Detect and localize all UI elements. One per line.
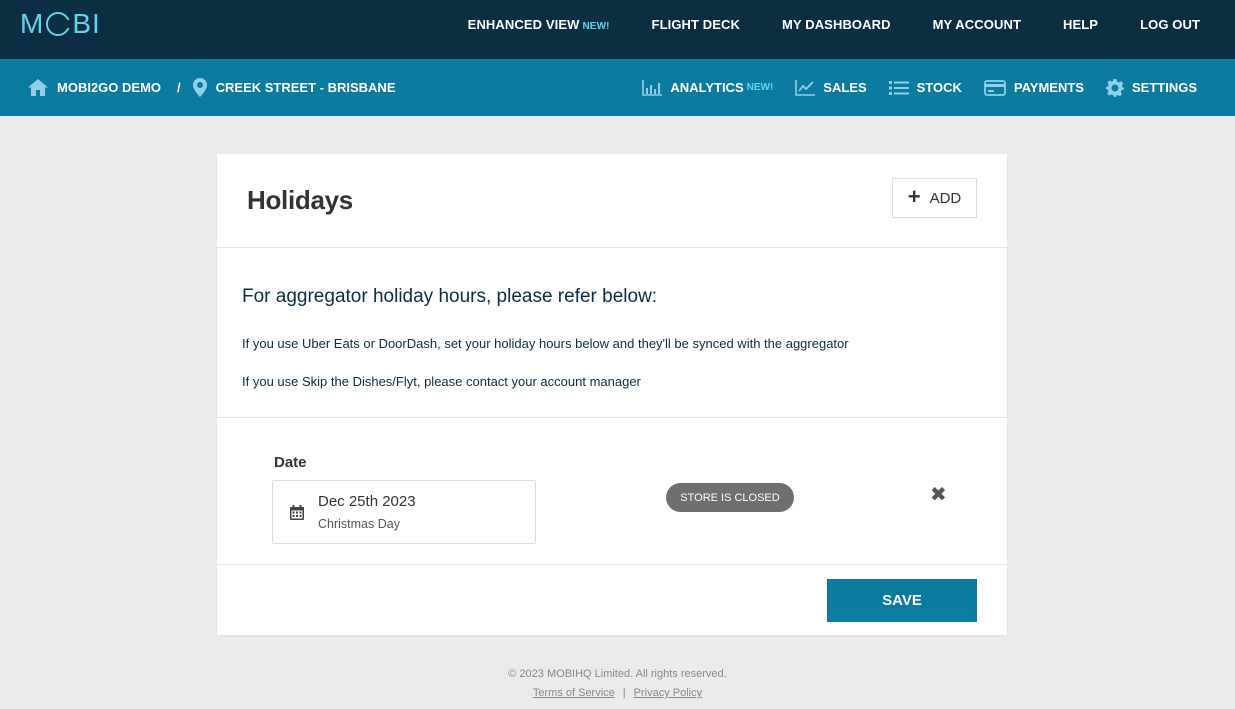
bar-chart-icon <box>642 79 663 96</box>
nav-flight-deck[interactable]: FLIGHT DECK <box>652 17 740 32</box>
subnav-sales[interactable]: SALES <box>795 79 867 96</box>
location-pin-icon <box>192 78 207 97</box>
subnav-stock[interactable]: STOCK <box>888 80 962 96</box>
new-badge: NEW! <box>746 82 774 93</box>
new-badge: NEW! <box>582 20 610 32</box>
mobi-logo[interactable]: M BI <box>20 8 101 39</box>
close-icon[interactable]: ✖ <box>930 485 947 505</box>
top-bar: M BI ENHANCED VIEW NEW! FLIGHT DECK MY DAS… <box>0 0 1235 59</box>
copyright: © 2023 MOBIHQ Limited. All rights reserv… <box>508 668 727 680</box>
sub-bar: MOBI2GO DEMO / CREEK STREET - BRISBANE A… <box>0 59 1235 116</box>
home-icon <box>28 79 48 96</box>
page-title: Holidays <box>247 185 353 215</box>
top-nav: ENHANCED VIEW NEW! FLIGHT DECK MY DASHBOA… <box>468 0 1235 48</box>
holiday-date: Dec 25th 2023 <box>318 493 416 510</box>
subnav-analytics[interactable]: ANALYTICS NEW! <box>642 79 774 96</box>
plus-icon: + <box>907 184 921 209</box>
add-holiday-button[interactable]: + ADD <box>892 178 977 218</box>
holidays-card: Holidays + ADD For aggregator holiday ho… <box>217 154 1007 635</box>
status-badge[interactable]: STORE IS CLOSED <box>666 483 794 512</box>
info-heading: For aggregator holiday hours, please ref… <box>242 286 658 307</box>
save-button[interactable]: SAVE <box>827 579 977 622</box>
nav-my-dashboard[interactable]: MY DASHBOARD <box>782 17 891 32</box>
info-line-uber-doordash: If you use Uber Eats or DoorDash, set yo… <box>242 336 849 351</box>
breadcrumb-separator: / <box>177 80 181 95</box>
breadcrumb: MOBI2GO DEMO / CREEK STREET - BRISBANE <box>28 59 396 116</box>
nav-enhanced-view[interactable]: ENHANCED VIEW NEW! <box>468 17 610 32</box>
footer-links: Terms of Service | Privacy Policy <box>0 687 1235 699</box>
footer: © 2023 MOBIHQ Limited. All rights reserv… <box>0 668 1235 699</box>
sub-nav: ANALYTICS NEW! SALES STOCK PAYMENTS SETTI… <box>620 59 1197 116</box>
subnav-settings[interactable]: SETTINGS <box>1105 78 1197 97</box>
nav-log-out[interactable]: LOG OUT <box>1140 17 1200 32</box>
credit-card-icon <box>984 79 1006 96</box>
gear-icon <box>1105 78 1124 97</box>
breadcrumb-store[interactable]: CREEK STREET - BRISBANE <box>216 80 396 95</box>
privacy-link[interactable]: Privacy Policy <box>634 687 702 699</box>
holiday-name: Christmas Day <box>318 517 400 531</box>
info-line-skip-flyt: If you use Skip the Dishes/Flyt, please … <box>242 374 641 389</box>
calendar-icon <box>290 505 304 520</box>
line-chart-icon <box>795 79 816 96</box>
terms-link[interactable]: Terms of Service <box>533 687 615 699</box>
date-picker[interactable]: Dec 25th 2023 Christmas Day <box>272 480 536 544</box>
date-label: Date <box>274 454 307 471</box>
list-icon <box>888 80 909 95</box>
nav-help[interactable]: HELP <box>1063 17 1098 32</box>
holiday-row: Date Dec 25th 2023 Christmas Day STORE I… <box>217 419 1007 565</box>
nav-my-account[interactable]: MY ACCOUNT <box>933 17 1021 32</box>
subnav-payments[interactable]: PAYMENTS <box>984 79 1084 96</box>
aggregator-info: For aggregator holiday hours, please ref… <box>217 248 1007 418</box>
footer-divider: | <box>622 687 626 699</box>
card-header: Holidays + ADD <box>217 154 1007 248</box>
breadcrumb-org[interactable]: MOBI2GO DEMO <box>57 80 161 95</box>
